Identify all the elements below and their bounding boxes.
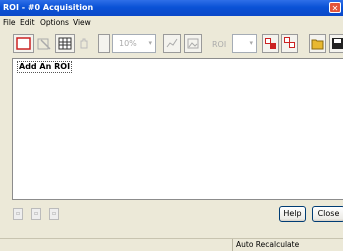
small-button-2[interactable]: ▫	[31, 208, 41, 220]
graph-button[interactable]	[163, 34, 181, 53]
image-icon	[187, 38, 199, 49]
grid-view-button[interactable]	[55, 34, 75, 53]
red-roi-icon	[265, 38, 276, 49]
rectangle-tool-button[interactable]	[13, 34, 34, 53]
roi-list-panel: Add An ROI	[12, 58, 343, 200]
image-button[interactable]	[184, 34, 202, 53]
menu-options[interactable]: Options	[40, 18, 69, 27]
grid-icon	[58, 37, 72, 50]
chevron-down-icon: ▾	[148, 39, 152, 47]
close-window-button[interactable]: ✕	[329, 2, 341, 13]
add-roi-item[interactable]: Add An ROI	[17, 61, 73, 73]
menu-edit[interactable]: Edit	[20, 18, 35, 27]
menu-file[interactable]: File	[3, 18, 16, 27]
open-button[interactable]	[309, 34, 326, 53]
delete-roi-button[interactable]	[36, 34, 52, 53]
close-icon: ✕	[331, 4, 339, 13]
graph-icon	[166, 38, 178, 48]
status-text: Auto Recalculate	[236, 240, 300, 249]
delete-roi-icon	[37, 38, 51, 50]
small-button-3[interactable]: ▫	[49, 208, 59, 220]
multi-roi-icon	[284, 37, 295, 48]
hand-tool-button[interactable]	[77, 34, 91, 53]
save-button[interactable]	[329, 34, 343, 53]
color-swatch-button[interactable]	[98, 34, 110, 53]
hand-icon	[80, 38, 88, 49]
title-bar: ROI - #0 Acquisition ✕	[0, 0, 343, 16]
zoom-select[interactable]: 10% ▾	[112, 34, 156, 53]
close-button[interactable]: Close	[312, 206, 343, 222]
window-title: ROI - #0 Acquisition	[3, 3, 94, 12]
folder-icon	[311, 39, 324, 50]
status-bar: Auto Recalculate	[0, 238, 343, 251]
help-button[interactable]: Help	[279, 206, 306, 222]
roi-select-chevron-icon: ▾	[249, 39, 253, 47]
multi-roi-button[interactable]	[281, 34, 298, 53]
red-roi-button[interactable]	[262, 34, 279, 53]
roi-label: ROI	[212, 40, 227, 49]
zoom-value: 10%	[119, 39, 137, 48]
rectangle-icon	[16, 37, 31, 50]
roi-select[interactable]: ▾	[232, 34, 257, 53]
menu-bar: File Edit Options View	[0, 17, 343, 29]
small-button-1[interactable]: ▫	[13, 208, 23, 220]
toolbar: 10% ▾ ROI ▾	[0, 32, 343, 56]
status-divider	[232, 239, 233, 251]
save-icon	[332, 38, 343, 49]
menu-view[interactable]: View	[73, 18, 91, 27]
